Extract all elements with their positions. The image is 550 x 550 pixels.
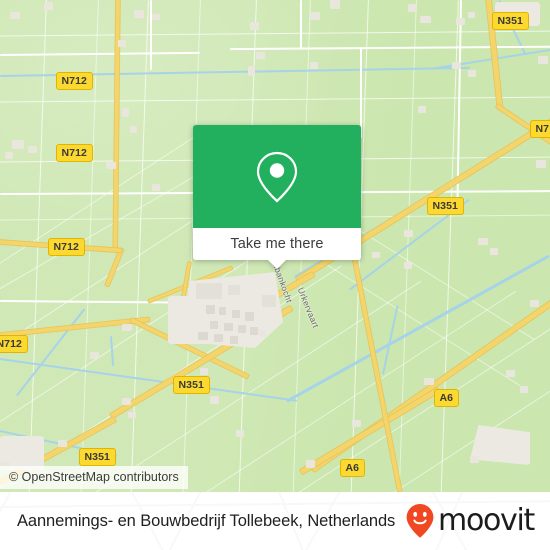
road-shield-a6-right[interactable]: A6 xyxy=(434,389,459,407)
popup-tail xyxy=(268,260,286,269)
place-title: Aannemings- en Bouwbedrijf Tollebeek, Ne… xyxy=(17,511,396,530)
moovit-pin-smiley-icon xyxy=(406,504,434,538)
road-shield-n351-right[interactable]: N351 xyxy=(427,197,464,215)
take-me-there-label: Take me there xyxy=(230,236,324,252)
road-shield-n351-center[interactable]: N351 xyxy=(173,376,210,394)
map-pin-icon xyxy=(256,151,298,202)
moovit-logo[interactable]: moovit xyxy=(405,503,535,539)
road-shield-n712-left-clipped[interactable]: N712 xyxy=(0,335,28,353)
road-shield-n712-upper[interactable]: N712 xyxy=(56,144,93,162)
map-screenshot: Ribankocht Urkervaart N712 N712 N712 N71… xyxy=(0,0,550,550)
road-shield-n712-top[interactable]: N712 xyxy=(56,72,93,90)
footer-bar: Aannemings- en Bouwbedrijf Tollebeek, Ne… xyxy=(0,492,550,550)
road-shield-a6-bottom[interactable]: A6 xyxy=(340,459,365,477)
road-shield-n7-right-clipped[interactable]: N7 xyxy=(530,120,550,138)
popup-header xyxy=(193,125,361,228)
road-shield-n351-bottomleft[interactable]: N351 xyxy=(79,448,116,466)
moovit-wordmark: moovit xyxy=(438,503,535,538)
road-shield-n351-topright[interactable]: N351 xyxy=(492,12,529,30)
map-canvas[interactable]: Ribankocht Urkervaart N712 N712 N712 N71… xyxy=(0,0,550,492)
road-shield-n712-mid[interactable]: N712 xyxy=(48,238,85,256)
location-popup[interactable]: Take me there xyxy=(193,125,361,269)
map-attribution[interactable]: © OpenStreetMap contributors xyxy=(0,466,188,489)
popup-action[interactable]: Take me there xyxy=(193,228,361,260)
